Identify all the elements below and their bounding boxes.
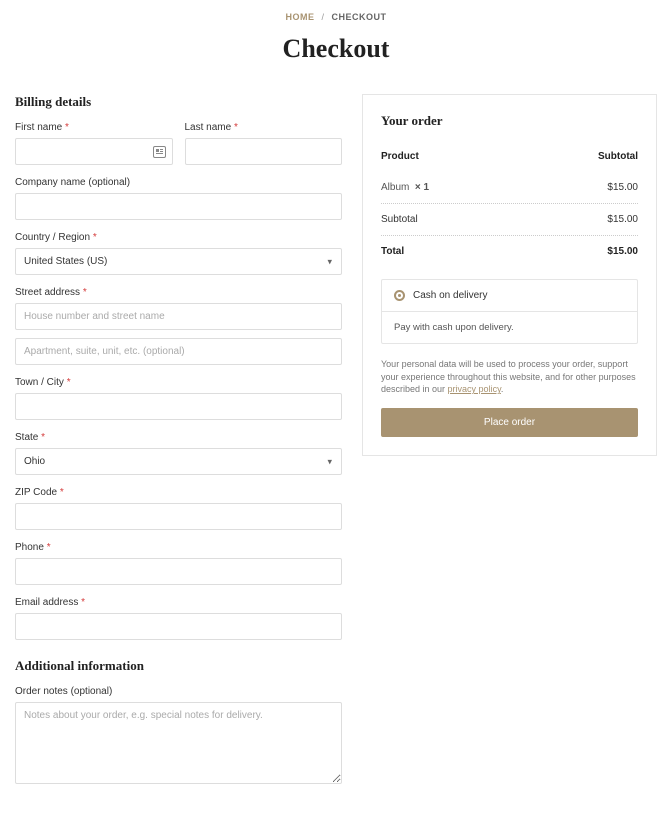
breadcrumb-separator: / [321,12,324,22]
zip-input[interactable] [15,503,342,530]
first-name-input[interactable] [15,138,173,165]
city-label: Town / City * [15,377,342,388]
order-total-value: $15.00 [607,246,638,257]
phone-label: Phone * [15,542,342,553]
last-name-label: Last name * [185,122,343,133]
order-notes-textarea[interactable] [15,702,342,784]
page-title: Checkout [15,34,657,64]
email-label: Email address * [15,597,342,608]
phone-input[interactable] [15,558,342,585]
street-label: Street address * [15,287,342,298]
email-input[interactable] [15,613,342,640]
privacy-notice: Your personal data will be used to proce… [381,358,638,396]
payment-method-option[interactable]: Cash on delivery [382,280,637,312]
zip-label: ZIP Code * [15,487,342,498]
order-col-subtotal: Subtotal [598,151,638,162]
state-label: State * [15,432,342,443]
payment-method-description: Pay with cash upon delivery. [382,312,637,343]
billing-section: Billing details First name * Last name *… [15,94,342,799]
state-select[interactable]: Ohio [15,448,342,475]
order-subtotal-label: Subtotal [381,214,418,225]
company-input[interactable] [15,193,342,220]
country-select[interactable]: United States (US) [15,248,342,275]
place-order-button[interactable]: Place order [381,408,638,437]
order-total-label: Total [381,246,404,257]
order-notes-label: Order notes (optional) [15,686,342,697]
city-input[interactable] [15,393,342,420]
breadcrumb-home[interactable]: HOME [285,12,314,22]
order-summary: Your order Product Subtotal Album × 1 $1… [362,94,657,456]
payment-method-box: Cash on delivery Pay with cash upon deli… [381,279,638,344]
additional-heading: Additional information [15,658,342,674]
order-col-product: Product [381,151,419,162]
street-address-1-input[interactable] [15,303,342,330]
order-heading: Your order [381,113,638,129]
payment-method-label: Cash on delivery [413,290,487,301]
last-name-input[interactable] [185,138,343,165]
breadcrumb: HOME / CHECKOUT [15,12,657,22]
order-item-price: $15.00 [607,182,638,193]
billing-heading: Billing details [15,94,342,110]
privacy-policy-link[interactable]: privacy policy [448,384,501,394]
order-item-name: Album × 1 [381,182,429,193]
street-address-2-input[interactable] [15,338,342,365]
order-subtotal-value: $15.00 [607,214,638,225]
company-label: Company name (optional) [15,177,342,188]
radio-selected-icon [394,290,405,301]
country-label: Country / Region * [15,232,342,243]
breadcrumb-current: CHECKOUT [332,12,387,22]
first-name-label: First name * [15,122,173,133]
